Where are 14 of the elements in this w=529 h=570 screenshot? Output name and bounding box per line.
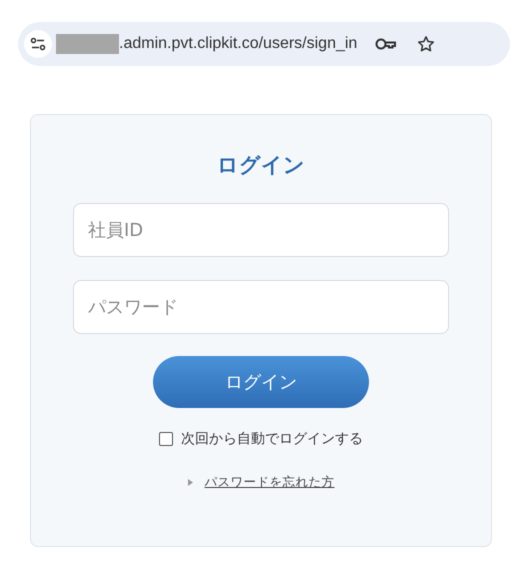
login-button[interactable]: ログイン <box>153 356 369 408</box>
site-settings-icon[interactable] <box>24 30 52 58</box>
employee-id-field[interactable]: 社員ID <box>73 203 449 257</box>
url-text[interactable]: .admin.pvt.clipkit.co/users/sign_in <box>119 35 358 53</box>
caret-icon <box>188 479 192 486</box>
password-field[interactable]: パスワード <box>73 280 449 334</box>
remember-checkbox[interactable] <box>159 432 173 446</box>
key-icon[interactable] <box>375 38 398 50</box>
remember-label[interactable]: 次回から自動でログインする <box>181 430 363 448</box>
bookmark-star-icon[interactable] <box>417 35 436 53</box>
login-title: ログイン <box>217 152 305 179</box>
redacted-block <box>56 34 119 54</box>
address-bar[interactable]: .admin.pvt.clipkit.co/users/sign_in <box>18 22 510 66</box>
forgot-password-link[interactable]: パスワードを忘れた方 <box>204 474 334 491</box>
